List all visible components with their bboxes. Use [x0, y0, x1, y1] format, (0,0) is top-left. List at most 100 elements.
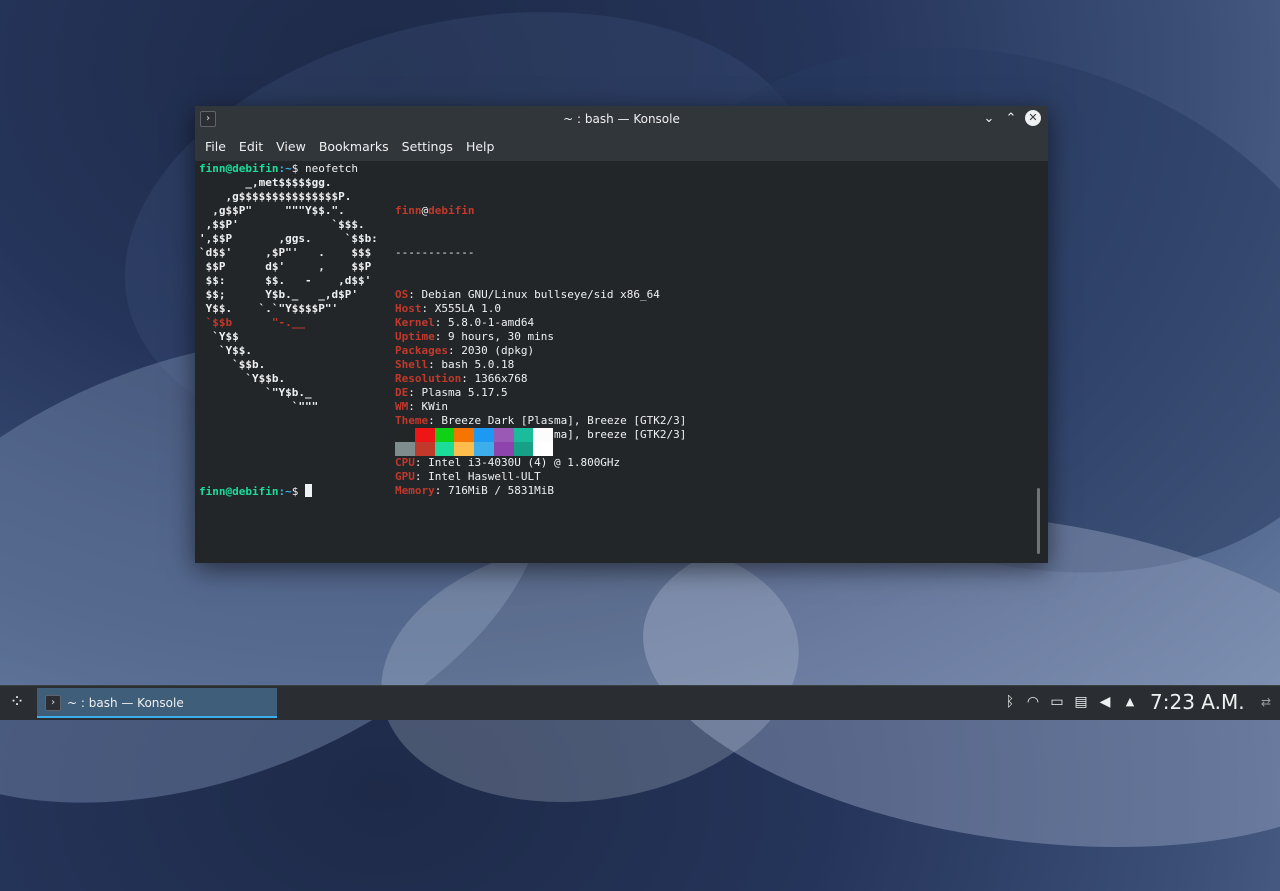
- color-swatch: [474, 442, 494, 456]
- close-button[interactable]: ✕: [1025, 110, 1041, 126]
- ascii-line: `"Y$b._: [199, 386, 312, 399]
- ascii-line: ',$$P ,ggs. `$$b:: [199, 232, 378, 245]
- ascii-line: `d$$' ,$P"' . $$$: [199, 246, 372, 259]
- info-value: 2030 (dpkg): [461, 344, 535, 357]
- window-title: ~ : bash — Konsole: [563, 112, 680, 126]
- host-user: finn: [395, 204, 422, 217]
- host-line: finn@debifin: [395, 204, 686, 218]
- info-row-memory: Memory: 716MiB / 5831MiB: [395, 484, 686, 498]
- prompt-symbol: $: [291, 485, 305, 498]
- title-bar[interactable]: › ~ : bash — Konsole ⌄ ⌃ ✕: [195, 106, 1048, 132]
- expand-tray-icon[interactable]: ▲: [1121, 693, 1139, 711]
- info-separator: :: [434, 484, 448, 497]
- info-value: 716MiB / 5831MiB: [448, 484, 554, 497]
- palette-row-bottom: [395, 442, 553, 456]
- info-key: Memory: [395, 484, 435, 497]
- system-info: finn@debifin ------------ OS: Debian GNU…: [395, 176, 686, 526]
- info-row-gpu: GPU: Intel Haswell-ULT: [395, 470, 686, 484]
- color-swatch: [513, 428, 534, 442]
- info-separator: :: [434, 316, 448, 329]
- ascii-line: ,g$$$$$$$$$$$$$$$P.: [199, 190, 352, 203]
- info-row-packages: Packages: 2030 (dpkg): [395, 344, 686, 358]
- info-separator: :: [428, 414, 442, 427]
- task-konsole[interactable]: › ~ : bash — Konsole: [37, 688, 277, 718]
- minimize-button[interactable]: ⌄: [980, 110, 998, 128]
- menu-bar: File Edit View Bookmarks Settings Help: [195, 132, 1048, 161]
- task-label: ~ : bash — Konsole: [67, 696, 184, 710]
- info-value: bash 5.0.18: [441, 358, 515, 371]
- color-swatch: [414, 428, 435, 442]
- color-swatch: [493, 442, 514, 456]
- info-row-resolution: Resolution: 1366x768: [395, 372, 686, 386]
- color-swatch: [434, 428, 455, 442]
- info-value: Breeze Dark [Plasma], Breeze [GTK2/3]: [441, 414, 687, 427]
- application-launcher-icon[interactable]: ⁘: [6, 691, 28, 713]
- info-separator: :: [461, 372, 475, 385]
- clipboard-icon[interactable]: ▤: [1072, 693, 1090, 711]
- info-key: Theme: [395, 414, 429, 427]
- info-row-shell: Shell: bash 5.0.18: [395, 358, 686, 372]
- terminal-area[interactable]: finn@debifin:~$ neofetch _,met$$$$$gg. ,…: [195, 161, 1048, 563]
- clock[interactable]: 7:23 A.M.: [1150, 689, 1245, 715]
- command-line: finn@debifin:~$ neofetch: [199, 162, 358, 176]
- info-separator: :: [414, 470, 429, 483]
- color-swatch: [434, 442, 455, 456]
- info-separator: :: [421, 302, 435, 315]
- maximize-button[interactable]: ⌃: [1002, 110, 1020, 128]
- menu-edit[interactable]: Edit: [232, 139, 269, 155]
- info-row-wm: WM: KWin: [395, 400, 686, 414]
- ascii-line: ,g$$P" """Y$$.".: [199, 204, 345, 217]
- info-key: Packages: [395, 344, 448, 357]
- info-value: 1366x768: [474, 372, 528, 385]
- info-value: Intel i3-4030U (4) @ 1.800GHz: [428, 456, 621, 469]
- prompt-path: :~: [278, 485, 292, 498]
- menu-file[interactable]: File: [198, 139, 232, 155]
- info-value: 9 hours, 30 mins: [448, 330, 554, 343]
- info-key: CPU: [395, 456, 415, 469]
- info-key: OS: [395, 288, 409, 301]
- menu-help[interactable]: Help: [459, 139, 501, 155]
- battery-icon[interactable]: ▭: [1048, 693, 1066, 711]
- info-separator: :: [408, 288, 422, 301]
- active-prompt-line[interactable]: finn@debifin:~$: [199, 484, 312, 499]
- bluetooth-icon[interactable]: ᛒ: [1001, 693, 1019, 711]
- volume-icon[interactable]: ◀: [1096, 693, 1114, 711]
- wifi-icon[interactable]: ◠: [1024, 693, 1042, 711]
- info-row-os: OS: Debian GNU/Linux bullseye/sid x86_64: [395, 288, 686, 302]
- info-row-uptime: Uptime: 9 hours, 30 mins: [395, 330, 686, 344]
- info-value: X555LA 1.0: [434, 302, 501, 315]
- info-row-cpu: CPU: Intel i3-4030U (4) @ 1.800GHz: [395, 456, 686, 470]
- palette-row-top: [395, 428, 553, 442]
- host-name: debifin: [428, 204, 475, 217]
- menu-bookmarks[interactable]: Bookmarks: [312, 139, 395, 155]
- info-key: WM: [395, 400, 409, 413]
- menu-settings[interactable]: Settings: [395, 139, 459, 155]
- info-separator: :: [408, 386, 422, 399]
- separator-line: ------------: [395, 246, 475, 259]
- info-separator: :: [408, 400, 422, 413]
- info-row-kernel: Kernel: 5.8.0-1-amd64: [395, 316, 686, 330]
- konsole-task-icon: ›: [45, 695, 61, 711]
- info-key: Kernel: [395, 316, 435, 329]
- ascii-line: $$: $$. - ,d$$': [199, 274, 372, 287]
- color-swatch: [454, 442, 474, 456]
- prompt-user: finn@debifin: [199, 162, 279, 175]
- panel-options-icon[interactable]: ⇄: [1257, 693, 1275, 711]
- info-value: Intel Haswell-ULT: [428, 470, 541, 483]
- menu-view[interactable]: View: [269, 139, 312, 155]
- info-separator: :: [428, 358, 442, 371]
- ascii-line: `$$b "-.__: [199, 316, 305, 329]
- info-row-de: DE: Plasma 5.17.5: [395, 386, 686, 400]
- color-swatch: [513, 442, 534, 456]
- color-swatch: [533, 442, 553, 456]
- konsole-window[interactable]: › ~ : bash — Konsole ⌄ ⌃ ✕ File Edit Vie…: [195, 106, 1048, 563]
- debian-ascii-logo: _,met$$$$$gg. ,g$$$$$$$$$$$$$$$P. ,g$$P"…: [199, 176, 378, 414]
- color-swatch: [493, 428, 514, 442]
- info-row-host: Host: X555LA 1.0: [395, 302, 686, 316]
- terminal-scrollbar[interactable]: [1037, 488, 1040, 554]
- ascii-line: `Y$$.: [199, 344, 252, 357]
- info-key: GPU: [395, 470, 415, 483]
- color-swatch: [474, 428, 494, 442]
- info-key: Host: [395, 302, 422, 315]
- color-swatch: [395, 428, 415, 442]
